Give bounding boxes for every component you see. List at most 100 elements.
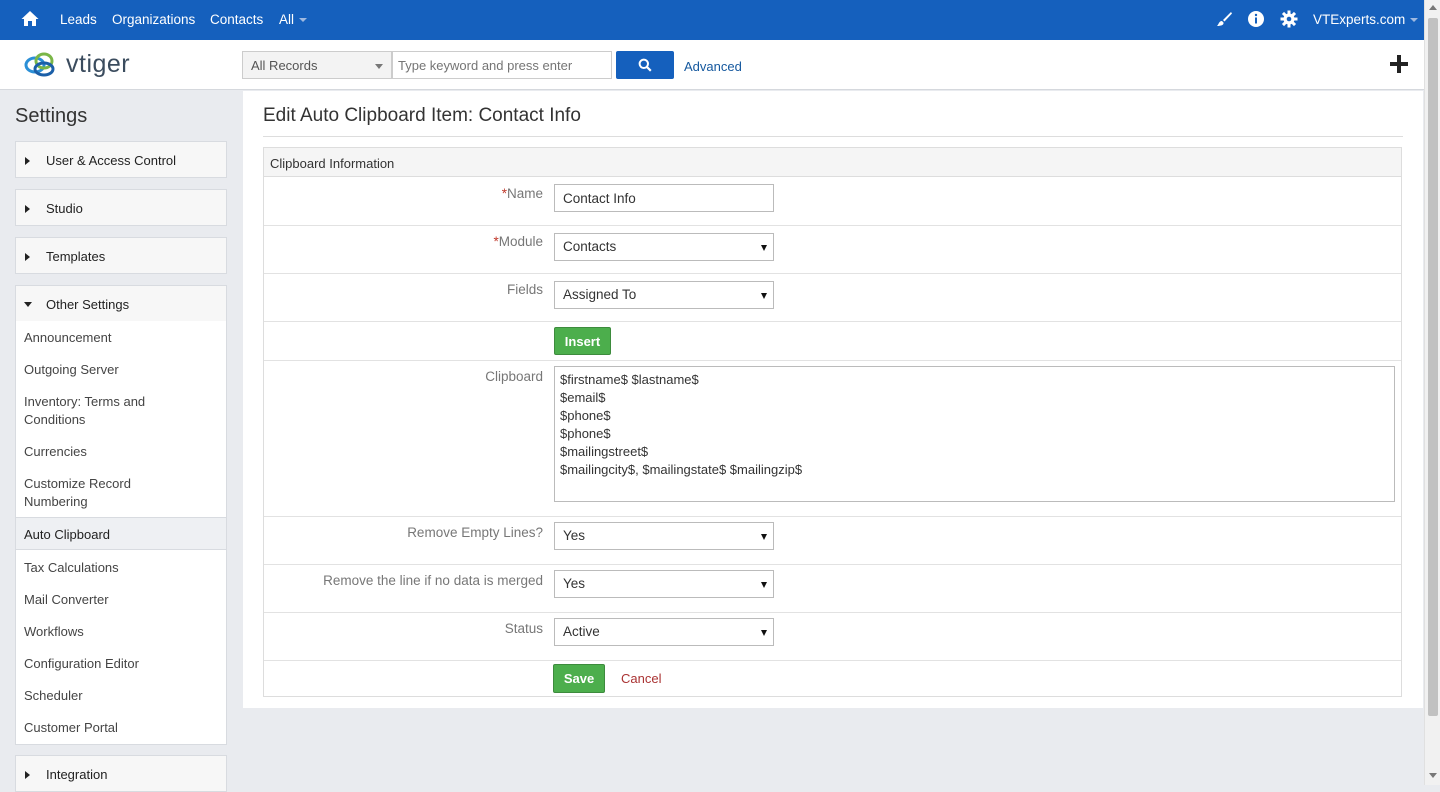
chevron-down-icon xyxy=(1410,18,1419,23)
row-remove-empty: Remove Empty Lines? Yes xyxy=(264,517,1401,565)
sidebar-group-other-settings[interactable]: Other Settings xyxy=(15,285,227,322)
sidebar-group-user-access[interactable]: User & Access Control xyxy=(15,141,227,178)
fields-label: Fields xyxy=(506,282,543,297)
nav-leads[interactable]: Leads xyxy=(60,12,97,27)
fields-value: Assigned To xyxy=(563,287,637,302)
nav-contacts[interactable]: Contacts xyxy=(210,12,263,27)
scroll-down-icon[interactable] xyxy=(1429,773,1437,778)
row-status: Status Active xyxy=(264,613,1401,661)
title-divider xyxy=(263,136,1403,137)
remove-line-value: Yes xyxy=(563,576,586,591)
sidebar-item-currencies[interactable]: Currencies xyxy=(24,443,214,461)
row-remove-line: Remove the line if no data is merged Yes xyxy=(264,565,1401,613)
name-label-text: Name xyxy=(506,186,543,201)
row-module: *Module Contacts xyxy=(264,226,1401,274)
search-icon xyxy=(638,58,652,72)
chevron-down-icon xyxy=(299,18,308,23)
sidebar-group-studio[interactable]: Studio xyxy=(15,189,227,226)
sidebar-item-scheduler[interactable]: Scheduler xyxy=(24,687,214,705)
settings-sidebar: Settings User & Access Control Studio Te… xyxy=(0,91,242,792)
module-label-text: Module xyxy=(498,234,543,249)
remove-line-label: Remove the line if no data is merged xyxy=(323,573,543,588)
search-button[interactable] xyxy=(616,51,674,79)
sidebar-item-workflows[interactable]: Workflows xyxy=(24,623,214,641)
status-label: Status xyxy=(504,621,543,636)
chevron-down-icon xyxy=(761,293,767,299)
sidebar-group-label: Integration xyxy=(46,767,108,782)
info-icon[interactable] xyxy=(1247,10,1265,28)
sidebar-item-customize-numbering[interactable]: Customize Record Numbering xyxy=(24,475,144,511)
row-actions: Save Cancel xyxy=(264,661,1401,697)
remove-empty-select[interactable]: Yes xyxy=(554,522,774,550)
record-type-value: All Records xyxy=(251,58,318,73)
sidebar-group-templates[interactable]: Templates xyxy=(15,237,227,274)
caret-right-icon xyxy=(25,157,30,165)
top-navbar: Leads Organizations Contacts All VTExper… xyxy=(0,0,1424,40)
sidebar-group-label: User & Access Control xyxy=(46,153,177,168)
header-bar: vtiger All Records Advanced xyxy=(0,40,1424,90)
nav-organizations[interactable]: Organizations xyxy=(112,12,195,27)
settings-title: Settings xyxy=(15,105,88,127)
scroll-up-icon[interactable] xyxy=(1429,5,1437,10)
sidebar-group-label: Studio xyxy=(46,201,83,216)
sidebar-item-outgoing-server[interactable]: Outgoing Server xyxy=(24,361,214,379)
section-title: Clipboard Information xyxy=(270,156,395,171)
chevron-down-icon xyxy=(761,534,767,540)
row-clipboard: Clipboard $firstname$ $lastname$ $email$… xyxy=(264,361,1401,517)
user-name: VTExperts.com xyxy=(1313,12,1406,27)
page-title: Edit Auto Clipboard Item: Contact Info xyxy=(263,105,581,126)
insert-button[interactable]: Insert xyxy=(554,327,611,355)
user-menu[interactable]: VTExperts.com xyxy=(1313,12,1419,27)
fields-select[interactable]: Assigned To xyxy=(554,281,774,309)
brush-icon[interactable] xyxy=(1215,10,1233,28)
status-select[interactable]: Active xyxy=(554,618,774,646)
main-content: Edit Auto Clipboard Item: Contact Info C… xyxy=(243,91,1423,708)
sidebar-item-customer-portal[interactable]: Customer Portal xyxy=(24,719,214,737)
sidebar-item-auto-clipboard: Auto Clipboard xyxy=(24,527,110,542)
row-fields: Fields Assigned To xyxy=(264,274,1401,322)
gear-icon[interactable] xyxy=(1280,10,1298,28)
caret-down-icon xyxy=(24,302,32,307)
advanced-search-link[interactable]: Advanced xyxy=(684,59,742,74)
sidebar-item-configuration-editor[interactable]: Configuration Editor xyxy=(24,655,214,673)
chevron-down-icon xyxy=(375,64,383,69)
nav-all-label: All xyxy=(279,12,295,27)
sidebar-item-tax-calculations[interactable]: Tax Calculations xyxy=(24,559,214,577)
page-scrollbar[interactable] xyxy=(1424,0,1440,785)
save-button[interactable]: Save xyxy=(553,664,605,693)
scroll-thumb[interactable] xyxy=(1428,18,1438,716)
section-header: Clipboard Information xyxy=(264,148,1401,177)
other-settings-list: Announcement Outgoing Server Inventory: … xyxy=(15,321,227,745)
nav-all[interactable]: All xyxy=(279,12,308,27)
caret-right-icon xyxy=(25,253,30,261)
sidebar-item-announcement[interactable]: Announcement xyxy=(24,329,214,347)
row-insert: Insert xyxy=(264,322,1401,361)
sidebar-group-label: Templates xyxy=(46,249,106,264)
chevron-down-icon xyxy=(761,582,767,588)
clipboard-form: Clipboard Information *Name *Module Cont… xyxy=(263,147,1402,697)
search-input[interactable] xyxy=(392,51,612,79)
status-value: Active xyxy=(563,624,600,639)
sidebar-item-inventory-terms[interactable]: Inventory: Terms and Conditions xyxy=(24,393,154,429)
caret-right-icon xyxy=(25,771,30,779)
add-icon[interactable] xyxy=(1389,54,1409,74)
sidebar-item-mail-converter[interactable]: Mail Converter xyxy=(24,591,214,609)
chevron-down-icon xyxy=(761,245,767,251)
sidebar-group-label: Other Settings xyxy=(46,297,130,312)
name-label: *Name xyxy=(502,186,543,201)
logo-text: vtiger xyxy=(66,50,131,78)
sidebar-group-integration[interactable]: Integration xyxy=(15,755,227,792)
home-icon[interactable] xyxy=(20,9,40,29)
remove-line-select[interactable]: Yes xyxy=(554,570,774,598)
name-input[interactable] xyxy=(554,184,774,212)
remove-empty-value: Yes xyxy=(563,528,586,543)
record-type-select[interactable]: All Records xyxy=(242,51,392,79)
clipboard-textarea[interactable]: $firstname$ $lastname$ $email$ $phone$ $… xyxy=(554,366,1395,502)
sidebar-item-auto-clipboard-active[interactable]: Auto Clipboard xyxy=(16,517,226,550)
row-name: *Name xyxy=(264,178,1401,226)
module-value: Contacts xyxy=(563,239,617,254)
chevron-down-icon xyxy=(761,630,767,636)
cancel-link[interactable]: Cancel xyxy=(621,671,661,686)
module-select[interactable]: Contacts xyxy=(554,233,774,261)
clipboard-label: Clipboard xyxy=(485,369,543,384)
